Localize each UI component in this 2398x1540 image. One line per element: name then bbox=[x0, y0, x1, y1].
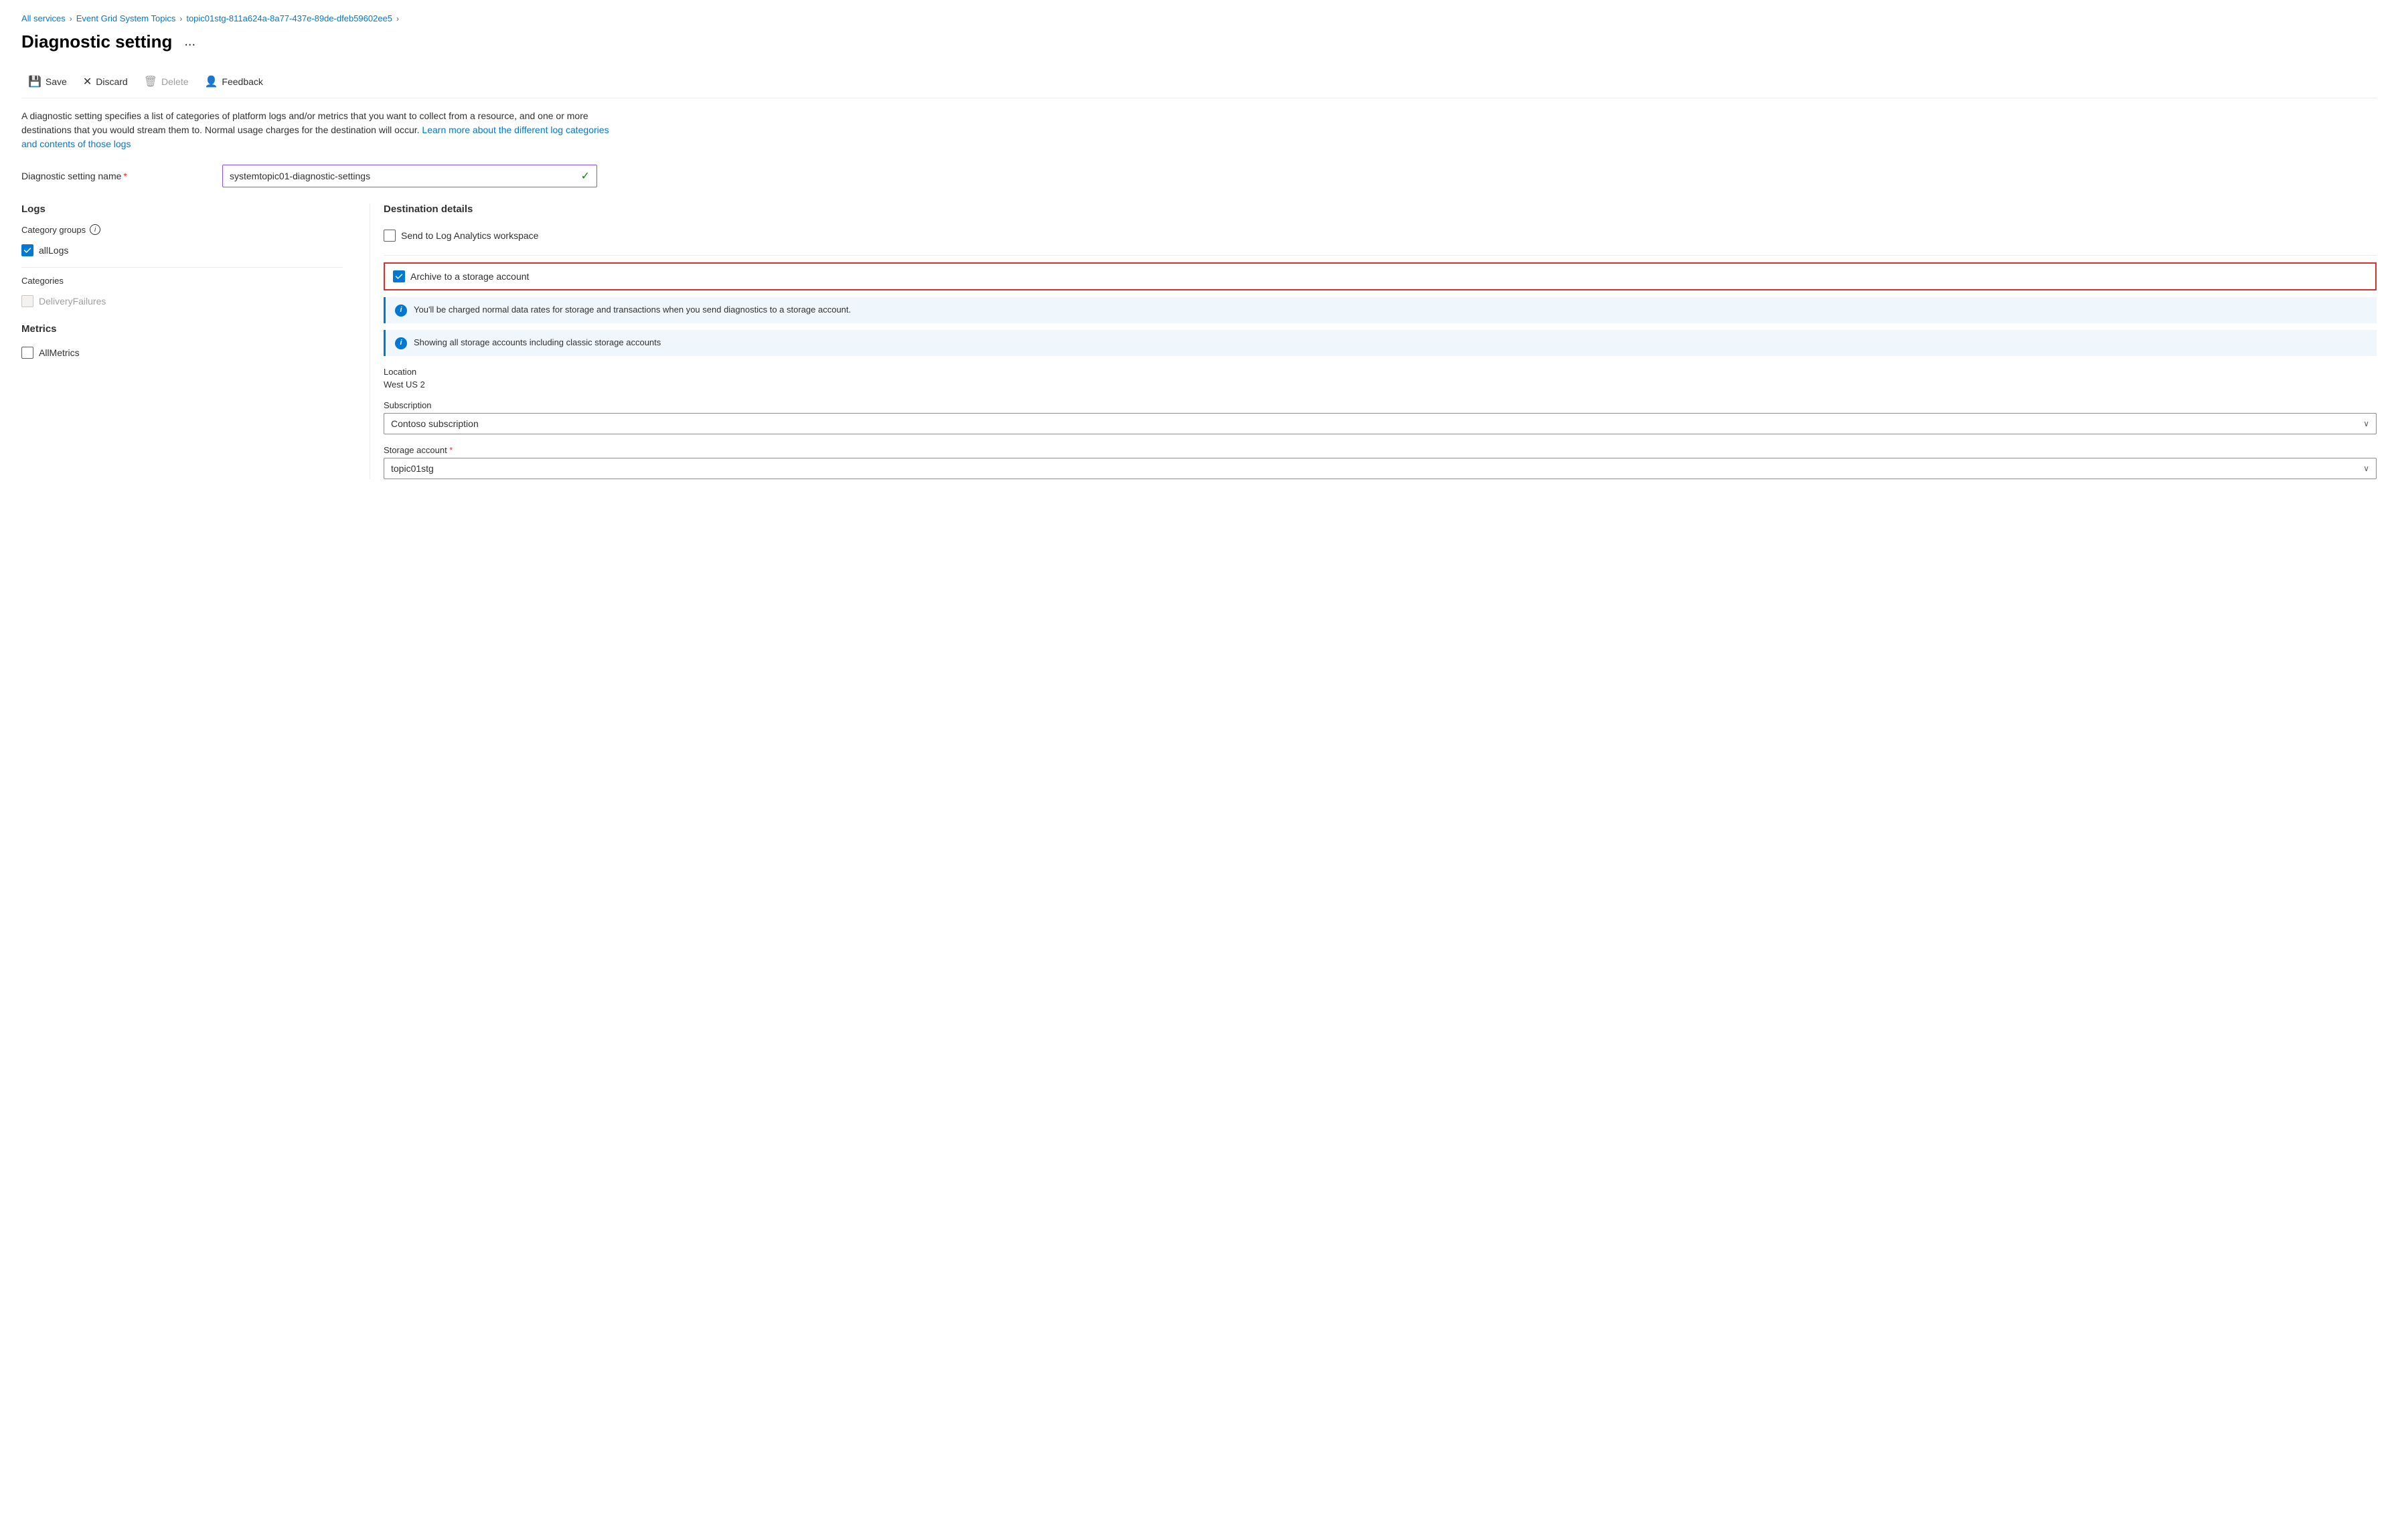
log-analytics-label: Send to Log Analytics workspace bbox=[401, 230, 538, 241]
storage-account-value: topic01stg bbox=[391, 463, 434, 474]
setting-name-label: Diagnostic setting name* bbox=[21, 171, 222, 181]
subscription-chevron-icon: ∨ bbox=[2363, 419, 2369, 428]
archive-label: Archive to a storage account bbox=[410, 271, 529, 282]
info-icon-2: i bbox=[395, 337, 407, 349]
log-analytics-checkbox[interactable] bbox=[384, 230, 396, 242]
delete-label: Delete bbox=[161, 76, 188, 87]
feedback-label: Feedback bbox=[222, 76, 262, 87]
categories-section: Categories DeliveryFailures bbox=[21, 276, 343, 310]
discard-icon: ✕ bbox=[83, 75, 92, 88]
location-label: Location bbox=[384, 367, 2377, 377]
subscription-label: Subscription bbox=[384, 400, 2377, 410]
setting-name-row: Diagnostic setting name* systemtopic01-d… bbox=[21, 165, 2377, 187]
breadcrumb-sep-3: › bbox=[396, 14, 399, 23]
subscription-dropdown[interactable]: Contoso subscription ∨ bbox=[384, 413, 2377, 434]
breadcrumb-event-grid[interactable]: Event Grid System Topics bbox=[76, 13, 176, 23]
info-banner-storage-charge: i You'll be charged normal data rates fo… bbox=[384, 297, 2377, 323]
storage-account-dropdown[interactable]: topic01stg ∨ bbox=[384, 458, 2377, 479]
destination-details-title: Destination details bbox=[384, 203, 2377, 215]
all-logs-label: allLogs bbox=[39, 245, 68, 256]
breadcrumb-sep-1: › bbox=[70, 14, 72, 23]
archive-checkbox-row: Archive to a storage account bbox=[384, 262, 2377, 290]
page-title-row: Diagnostic setting ... bbox=[21, 31, 2377, 52]
checkmark-icon: ✓ bbox=[581, 169, 590, 183]
logs-section-title: Logs bbox=[21, 203, 343, 215]
discard-button[interactable]: ✕ Discard bbox=[76, 71, 135, 92]
all-logs-checkbox[interactable] bbox=[21, 244, 33, 256]
subscription-group: Subscription Contoso subscription ∨ bbox=[384, 400, 2377, 434]
description-text: A diagnostic setting specifies a list of… bbox=[21, 109, 624, 151]
breadcrumb-all-services[interactable]: All services bbox=[21, 13, 66, 23]
toolbar: 💾 Save ✕ Discard 🗑 Delete 👤 Feedback bbox=[21, 66, 2377, 98]
category-groups-label: Category groups i bbox=[21, 224, 343, 235]
all-metrics-checkbox[interactable] bbox=[21, 347, 33, 359]
storage-account-chevron-icon: ∨ bbox=[2363, 464, 2369, 473]
discard-label: Discard bbox=[96, 76, 127, 87]
feedback-button[interactable]: 👤 Feedback bbox=[198, 71, 270, 92]
delivery-failures-label: DeliveryFailures bbox=[39, 296, 106, 307]
right-panel: Destination details Send to Log Analytic… bbox=[370, 203, 2377, 479]
main-content: Logs Category groups i allLogs Categorie… bbox=[21, 203, 2377, 479]
dest-divider-1 bbox=[384, 255, 2377, 256]
category-groups-info-icon[interactable]: i bbox=[90, 224, 100, 235]
metrics-section-title: Metrics bbox=[21, 323, 343, 335]
breadcrumb-sep-2: › bbox=[179, 14, 182, 23]
all-metrics-label: AllMetrics bbox=[39, 347, 80, 358]
archive-checkbox[interactable] bbox=[393, 270, 405, 282]
delivery-failures-checkbox bbox=[21, 295, 33, 307]
feedback-icon: 👤 bbox=[205, 75, 218, 88]
location-group: Location West US 2 bbox=[384, 367, 2377, 390]
storage-account-label: Storage account bbox=[384, 445, 2377, 455]
delivery-failures-row: DeliveryFailures bbox=[21, 292, 343, 310]
info-banner-classic-accounts: i Showing all storage accounts including… bbox=[384, 330, 2377, 356]
ellipsis-button[interactable]: ... bbox=[180, 33, 199, 51]
breadcrumb: All services › Event Grid System Topics … bbox=[21, 13, 2377, 23]
breadcrumb-topic[interactable]: topic01stg-811a624a-8a77-437e-89de-dfeb5… bbox=[186, 13, 392, 23]
page-title: Diagnostic setting bbox=[21, 31, 172, 52]
save-icon: 💾 bbox=[28, 75, 42, 88]
metrics-section: Metrics AllMetrics bbox=[21, 323, 343, 361]
location-value: West US 2 bbox=[384, 379, 2377, 390]
left-panel: Logs Category groups i allLogs Categorie… bbox=[21, 203, 370, 479]
all-metrics-row: AllMetrics bbox=[21, 344, 343, 361]
delete-icon: 🗑 bbox=[144, 75, 157, 88]
subscription-value: Contoso subscription bbox=[391, 418, 479, 429]
required-star: * bbox=[123, 171, 127, 181]
storage-account-group: Storage account topic01stg ∨ bbox=[384, 445, 2377, 479]
delete-button: 🗑 Delete bbox=[137, 71, 195, 92]
info-icon-1: i bbox=[395, 305, 407, 317]
save-button[interactable]: 💾 Save bbox=[21, 71, 74, 92]
logs-divider bbox=[21, 267, 343, 268]
save-label: Save bbox=[46, 76, 67, 87]
all-logs-row: allLogs bbox=[21, 242, 343, 259]
categories-label: Categories bbox=[21, 276, 343, 286]
log-analytics-row: Send to Log Analytics workspace bbox=[384, 226, 2377, 246]
setting-name-input[interactable]: systemtopic01-diagnostic-settings ✓ bbox=[222, 165, 597, 187]
